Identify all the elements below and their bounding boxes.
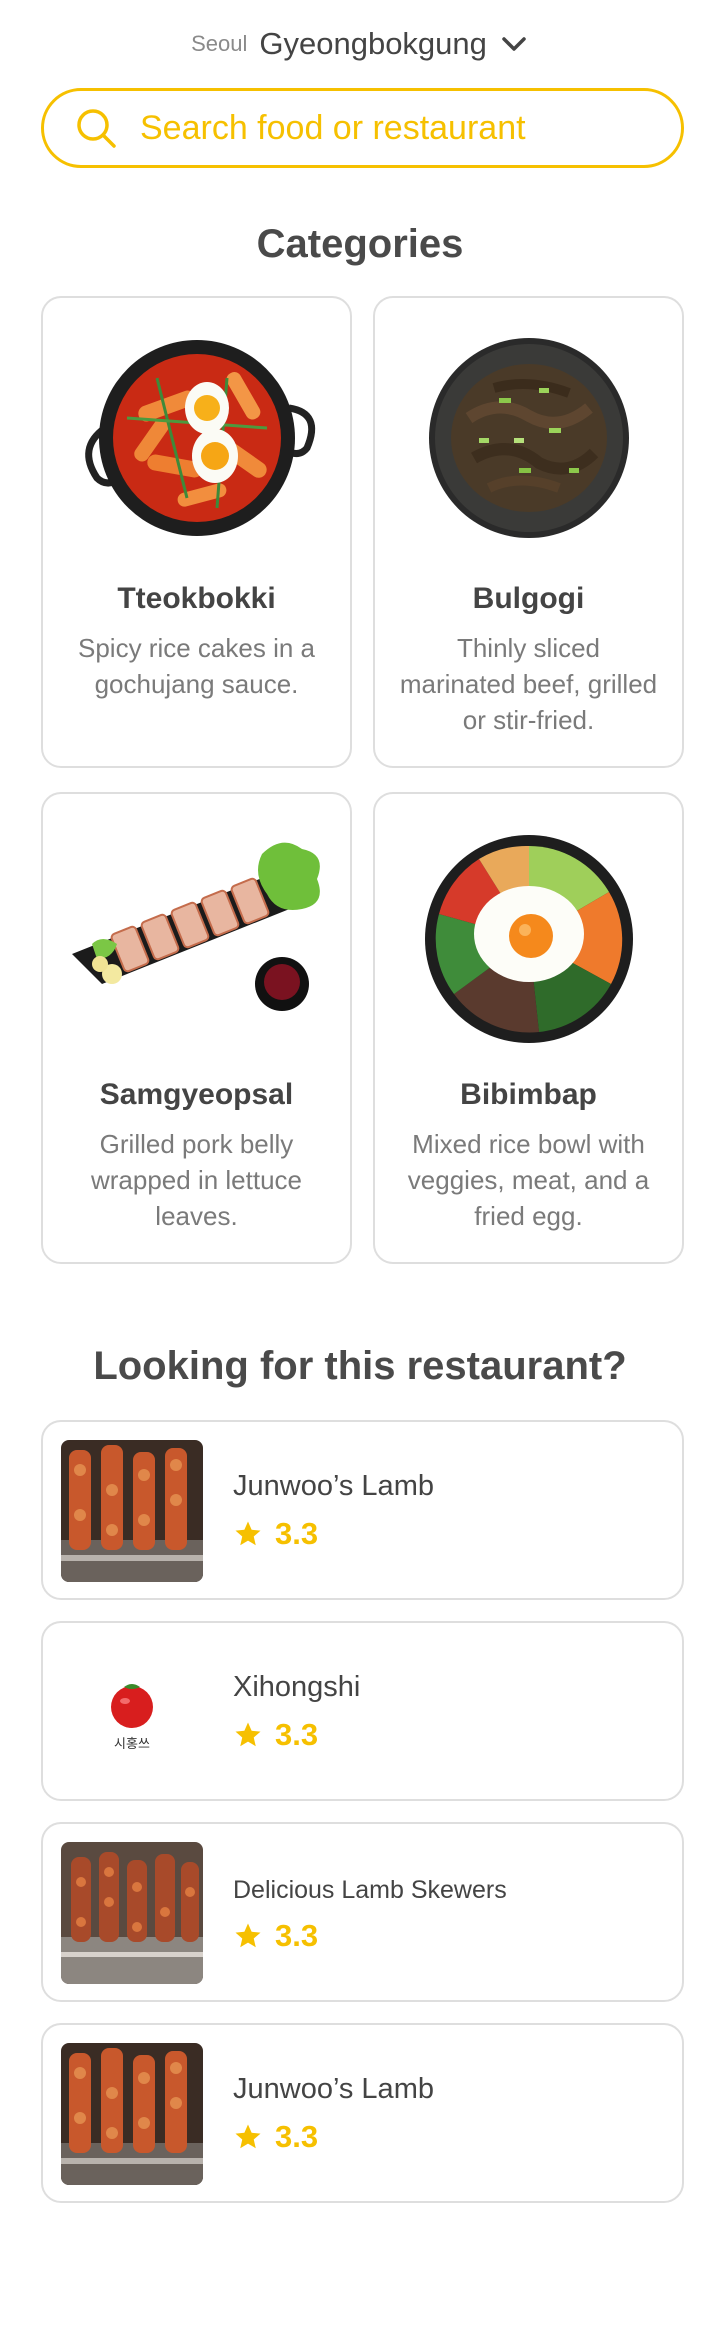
restaurants-title: Looking for this restaurant? [93, 1344, 627, 1388]
bulgogi-image [375, 338, 682, 538]
logo-text: 시홍쓰 [114, 1737, 150, 1752]
city-label: Seoul [191, 31, 248, 56]
category-description: Spicy rice cakes in a gochujang sauce. [78, 633, 315, 699]
restaurant-name: Delicious Lamb Skewers [233, 1876, 507, 1904]
category-card-bulgogi[interactable]: Bulgogi Thinly sliced marinated beef, gr… [373, 296, 684, 768]
category-name: Bulgogi [472, 582, 585, 615]
rating-value: 3.3 [275, 1516, 319, 1551]
category-name: Tteokbokki [117, 582, 276, 615]
samgyeopsal-image [43, 834, 350, 1034]
star-icon [235, 1722, 261, 1747]
restaurant-thumbnail [61, 1440, 203, 1582]
category-name: Samgyeopsal [99, 1078, 294, 1111]
chevron-down-icon [502, 37, 526, 51]
restaurant-card[interactable]: 시홍쓰 Xihongshi 3.3 [41, 1621, 684, 1801]
restaurant-name: Junwoo’s Lamb [233, 2073, 434, 2105]
restaurant-card[interactable]: Junwoo’s Lamb 3.3 [41, 1420, 684, 1600]
categories-title: Categories [256, 222, 464, 266]
bibimbap-image [375, 834, 682, 1043]
restaurant-card[interactable]: Delicious Lamb Skewers 3.3 [41, 1822, 684, 2002]
category-description: Grilled pork belly wrapped in lettuce le… [90, 1129, 303, 1231]
search-input[interactable] [140, 108, 660, 148]
category-name: Bibimbap [460, 1078, 597, 1111]
restaurant-rating: 3.3 [233, 1516, 318, 1552]
category-description: Mixed rice bowl with veggies, meat, and … [407, 1129, 650, 1231]
location-selector[interactable]: Seoul Gyeongbokgung [0, 22, 720, 66]
restaurant-rating: 3.3 [233, 2119, 318, 2155]
star-icon [235, 2124, 261, 2149]
category-card-bibimbap[interactable]: Bibimbap Mixed rice bowl with veggies, m… [373, 792, 684, 1264]
rating-value: 3.3 [275, 1918, 319, 1953]
rating-value: 3.3 [275, 2119, 319, 2154]
restaurant-thumbnail [61, 1842, 203, 1984]
rating-value: 3.3 [275, 1717, 319, 1752]
restaurant-logo: 시홍쓰 [61, 1641, 203, 1783]
search-bar[interactable] [41, 88, 684, 168]
restaurant-name: Junwoo’s Lamb [233, 1470, 434, 1502]
category-card-samgyeopsal[interactable]: Samgyeopsal Grilled pork belly wrapped i… [41, 792, 352, 1264]
search-icon [77, 109, 116, 148]
tteokbokki-image [43, 338, 350, 538]
category-description: Thinly sliced marinated beef, grilled or… [399, 633, 658, 735]
restaurant-thumbnail [61, 2043, 203, 2185]
restaurant-card[interactable]: Junwoo’s Lamb 3.3 [41, 2023, 684, 2203]
category-card-tteokbokki[interactable]: Tteokbokki Spicy rice cakes in a gochuja… [41, 296, 352, 768]
star-icon [235, 1521, 261, 1546]
restaurant-rating: 3.3 [233, 1918, 318, 1954]
star-icon [235, 1923, 261, 1948]
restaurant-name: Xihongshi [233, 1671, 361, 1703]
area-label: Gyeongbokgung [259, 26, 487, 61]
restaurant-rating: 3.3 [233, 1717, 318, 1753]
